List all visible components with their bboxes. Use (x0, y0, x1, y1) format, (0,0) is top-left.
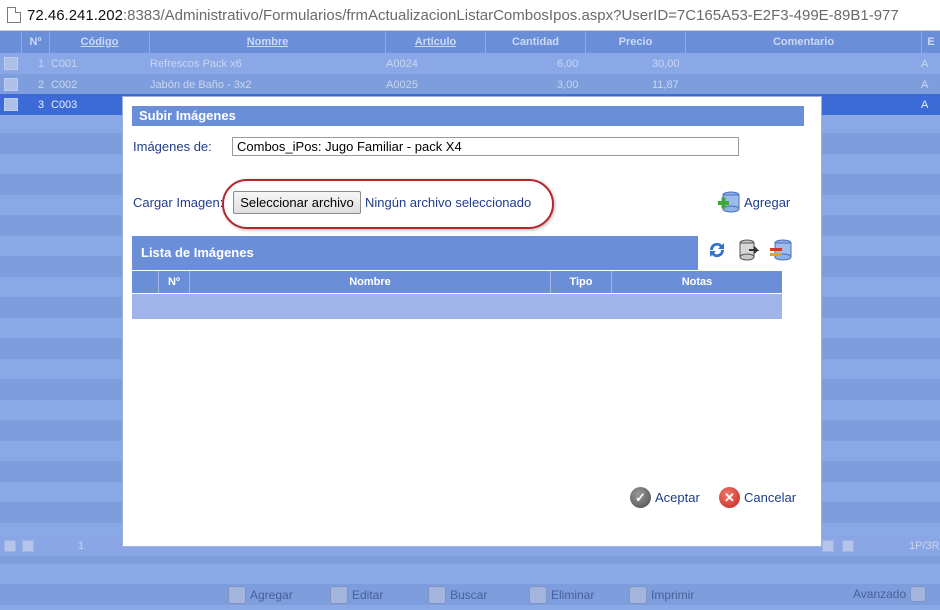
add-icon (228, 586, 246, 604)
advanced-icon (910, 586, 927, 602)
image-list-body (132, 294, 782, 319)
aceptar-button[interactable]: ✓ Aceptar (630, 487, 700, 508)
refresh-icon[interactable] (705, 238, 729, 262)
address-bar[interactable]: 72.46.241.202:8383/Administrativo/Formul… (0, 0, 940, 31)
col-comentario: Comentario (686, 31, 922, 53)
bottom-toolbar: Agregar Editar Buscar Eliminar Imprimir … (0, 576, 940, 610)
print-icon (629, 586, 647, 604)
db-delete-icon[interactable] (769, 238, 793, 262)
imagenes-de-field[interactable] (232, 137, 739, 156)
first-page-icon[interactable] (4, 540, 16, 552)
url-text[interactable]: 72.46.241.202:8383/Administrativo/Formul… (27, 7, 899, 24)
select-file-button[interactable]: Seleccionar archivo (233, 191, 361, 214)
avanzado-button[interactable]: Avanzado (853, 586, 927, 602)
db-add-icon (718, 191, 740, 213)
last-page-icon[interactable] (842, 540, 854, 552)
page-icon (7, 7, 21, 23)
grid-header: Nº Código Nombre Artículo Cantidad Preci… (0, 31, 940, 53)
row-checkbox[interactable] (4, 78, 18, 91)
page-number: 1 (78, 540, 85, 552)
imprimir-button[interactable]: Imprimir (629, 586, 694, 604)
edit-icon (330, 586, 348, 604)
table-row[interactable]: 2 C002 Jabón de Baño - 3x2 A0025 3,00 11… (0, 74, 940, 95)
imagenes-de-label: Imágenes de: (133, 139, 212, 154)
add-image-button[interactable]: Agregar (717, 190, 790, 214)
dialog-title: Subir Imágenes (132, 106, 804, 126)
col-cantidad: Cantidad (486, 31, 586, 53)
check-icon: ✓ (630, 487, 651, 508)
col-articulo[interactable]: Artículo (386, 31, 486, 53)
pager-summary: 1P/3R (909, 540, 940, 552)
list-tools (705, 238, 793, 262)
col-img-no: Nº (159, 271, 190, 293)
row-checkbox[interactable] (4, 57, 18, 70)
image-list-header: Nº Nombre Tipo Notas (132, 271, 782, 293)
col-precio: Precio (586, 31, 686, 53)
editar-button[interactable]: Editar (330, 586, 383, 604)
col-no: Nº (22, 31, 50, 53)
eliminar-button[interactable]: Eliminar (529, 586, 594, 604)
prev-page-icon[interactable] (22, 540, 34, 552)
cargar-imagen-label: Cargar Imagen: (133, 195, 224, 210)
row-checkbox[interactable] (4, 98, 18, 111)
col-img-notas: Notas (681, 276, 713, 288)
col-img-nombre: Nombre (190, 271, 551, 293)
image-list-title: Lista de Imágenes (132, 236, 698, 270)
search-icon (428, 586, 446, 604)
cancel-icon: ✕ (719, 487, 740, 508)
delete-icon (529, 586, 547, 604)
table-row[interactable]: 1 C001 Refrescos Pack x6 A0024 6,00 30,0… (0, 53, 940, 74)
col-nombre[interactable]: Nombre (150, 31, 386, 53)
col-img-tipo: Tipo (551, 271, 612, 293)
buscar-button[interactable]: Buscar (428, 586, 487, 604)
col-e: E (927, 36, 935, 48)
next-page-icon[interactable] (822, 540, 834, 552)
db-edit-icon[interactable] (737, 238, 761, 262)
no-file-text: Ningún archivo seleccionado (365, 195, 532, 210)
col-codigo[interactable]: Código (50, 31, 150, 53)
upload-images-dialog: Subir Imágenes Imágenes de: Cargar Image… (122, 96, 822, 547)
agregar-button[interactable]: Agregar (228, 586, 293, 604)
cancelar-button[interactable]: ✕ Cancelar (719, 487, 796, 508)
